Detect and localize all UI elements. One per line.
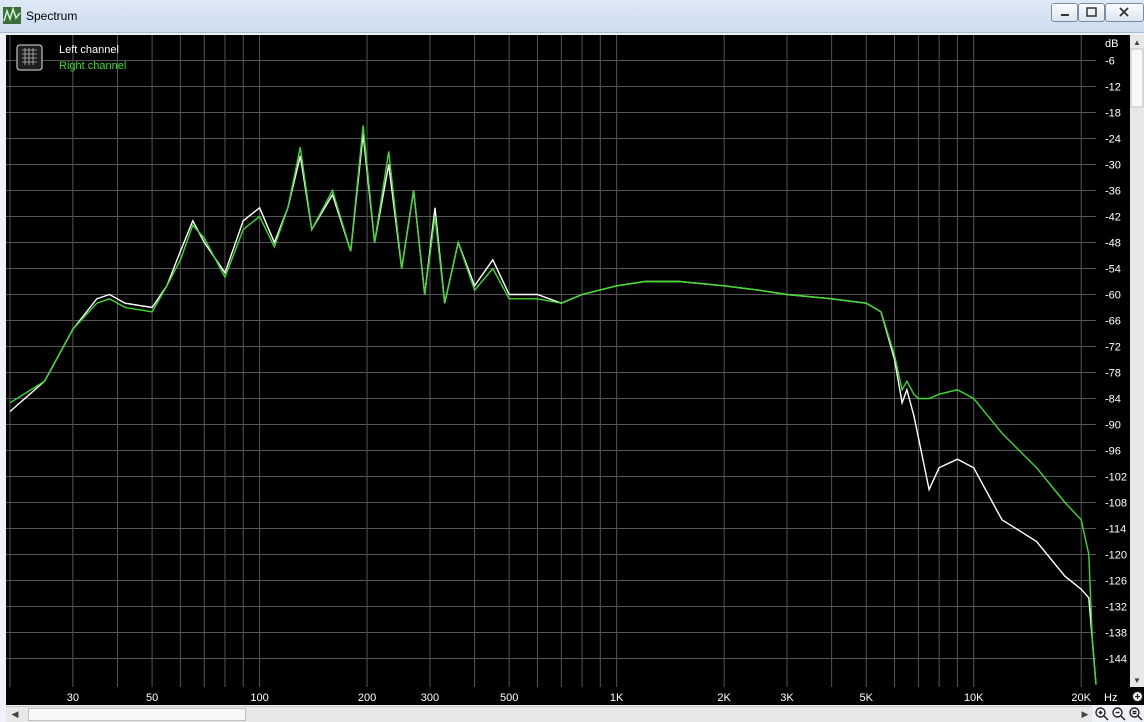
scroll-right-arrow[interactable]: ▶ bbox=[1078, 707, 1092, 722]
x-tick-label: 300 bbox=[421, 692, 439, 704]
title-bar[interactable]: Spectrum bbox=[0, 0, 1144, 33]
scroll-down-arrow[interactable]: ▼ bbox=[1133, 676, 1141, 685]
maximize-button[interactable] bbox=[1078, 3, 1105, 22]
minimize-icon bbox=[1061, 14, 1069, 16]
y-tick-label: -78 bbox=[1105, 368, 1121, 380]
close-button[interactable] bbox=[1105, 3, 1144, 22]
legend-icon[interactable] bbox=[16, 44, 43, 71]
y-tick-label: -24 bbox=[1105, 134, 1121, 146]
y-tick-label: -42 bbox=[1105, 212, 1121, 224]
grid bbox=[6, 35, 1096, 687]
horizontal-scrollbar[interactable]: ◀ ▶ bbox=[6, 706, 1092, 722]
series-lines bbox=[9, 125, 1097, 685]
zoom-out-icon[interactable] bbox=[1111, 706, 1127, 722]
y-axis-unit: dB bbox=[1105, 38, 1118, 50]
y-tick-label: -108 bbox=[1105, 498, 1127, 510]
y-tick-label: -120 bbox=[1105, 550, 1127, 562]
right-channel-line bbox=[9, 125, 1097, 685]
y-tick-label: -84 bbox=[1105, 394, 1121, 406]
x-tick-label: 500 bbox=[500, 692, 518, 704]
x-tick-label: 1K bbox=[610, 692, 624, 704]
legend: Left channel Right channel bbox=[16, 44, 126, 72]
x-tick-label: 20K bbox=[1071, 692, 1091, 704]
hscroll-thumb[interactable] bbox=[28, 708, 246, 721]
y-tick-label: -54 bbox=[1105, 264, 1121, 276]
close-icon bbox=[1119, 7, 1129, 17]
scroll-left-arrow[interactable]: ◀ bbox=[8, 707, 22, 722]
y-tick-label: -102 bbox=[1105, 472, 1127, 484]
y-tick-label: -30 bbox=[1105, 160, 1121, 172]
x-tick-label: 50 bbox=[146, 692, 158, 704]
maximize-icon bbox=[1086, 7, 1097, 17]
vscroll-thumb[interactable] bbox=[1130, 48, 1144, 108]
x-tick-label: 100 bbox=[250, 692, 268, 704]
y-tick-label: -12 bbox=[1105, 82, 1121, 94]
zoom-in-icon[interactable] bbox=[1094, 706, 1110, 722]
y-tick-label: -66 bbox=[1105, 316, 1121, 328]
x-axis: Hz 30 50 100 200 300 500 1K 2K 3K 5K 10K 20K bbox=[67, 692, 1118, 704]
vertical-scrollbar[interactable]: ▲ ▼ bbox=[1130, 35, 1144, 687]
spectrum-app-icon bbox=[3, 7, 21, 24]
spectrum-plot[interactable]: dB -6 -12 -18 -24 -30 -36 -42 -48 -54 -60 -66 -72 -7… bbox=[6, 35, 1144, 705]
y-tick-label: -144 bbox=[1105, 654, 1127, 666]
zoom-fit-icon[interactable] bbox=[1131, 690, 1144, 703]
y-tick-label: -138 bbox=[1105, 628, 1127, 640]
y-tick-label: -36 bbox=[1105, 186, 1121, 198]
y-tick-label: -60 bbox=[1105, 290, 1121, 302]
spectrum-window: Spectrum dB -6 -12 -18 -24 -30 -36 -42 -48 -54 -6… bbox=[0, 0, 1144, 722]
x-tick-label: 30 bbox=[67, 692, 79, 704]
y-tick-label: -132 bbox=[1105, 602, 1127, 614]
x-tick-label: 2K bbox=[717, 692, 731, 704]
scroll-up-arrow[interactable]: ▲ bbox=[1133, 38, 1141, 47]
x-tick-label: 200 bbox=[358, 692, 376, 704]
y-axis: dB -6 -12 -18 -24 -30 -36 -42 -48 -54 -60 -66 -72 -7… bbox=[1105, 38, 1127, 666]
window-title: Spectrum bbox=[26, 9, 78, 23]
legend-right-channel: Right channel bbox=[59, 60, 126, 72]
zoom-reset-icon[interactable] bbox=[1128, 706, 1144, 722]
legend-left-channel: Left channel bbox=[59, 44, 119, 56]
x-axis-unit: Hz bbox=[1104, 692, 1117, 704]
y-tick-label: -114 bbox=[1105, 524, 1126, 536]
spectrum-chart[interactable]: dB -6 -12 -18 -24 -30 -36 -42 -48 -54 -60 -66 -72 -7… bbox=[6, 35, 1144, 705]
x-tick-label: 3K bbox=[780, 692, 794, 704]
x-tick-label: 5K bbox=[860, 692, 874, 704]
y-tick-label: -90 bbox=[1105, 420, 1121, 432]
y-tick-label: -18 bbox=[1105, 108, 1121, 120]
y-tick-label: -126 bbox=[1105, 576, 1127, 588]
minimize-button[interactable] bbox=[1051, 3, 1078, 22]
y-tick-label: -48 bbox=[1105, 238, 1121, 250]
y-tick-label: -96 bbox=[1105, 446, 1121, 458]
y-tick-label: -6 bbox=[1105, 56, 1115, 68]
y-tick-label: -72 bbox=[1105, 342, 1121, 354]
x-tick-label: 10K bbox=[964, 692, 984, 704]
